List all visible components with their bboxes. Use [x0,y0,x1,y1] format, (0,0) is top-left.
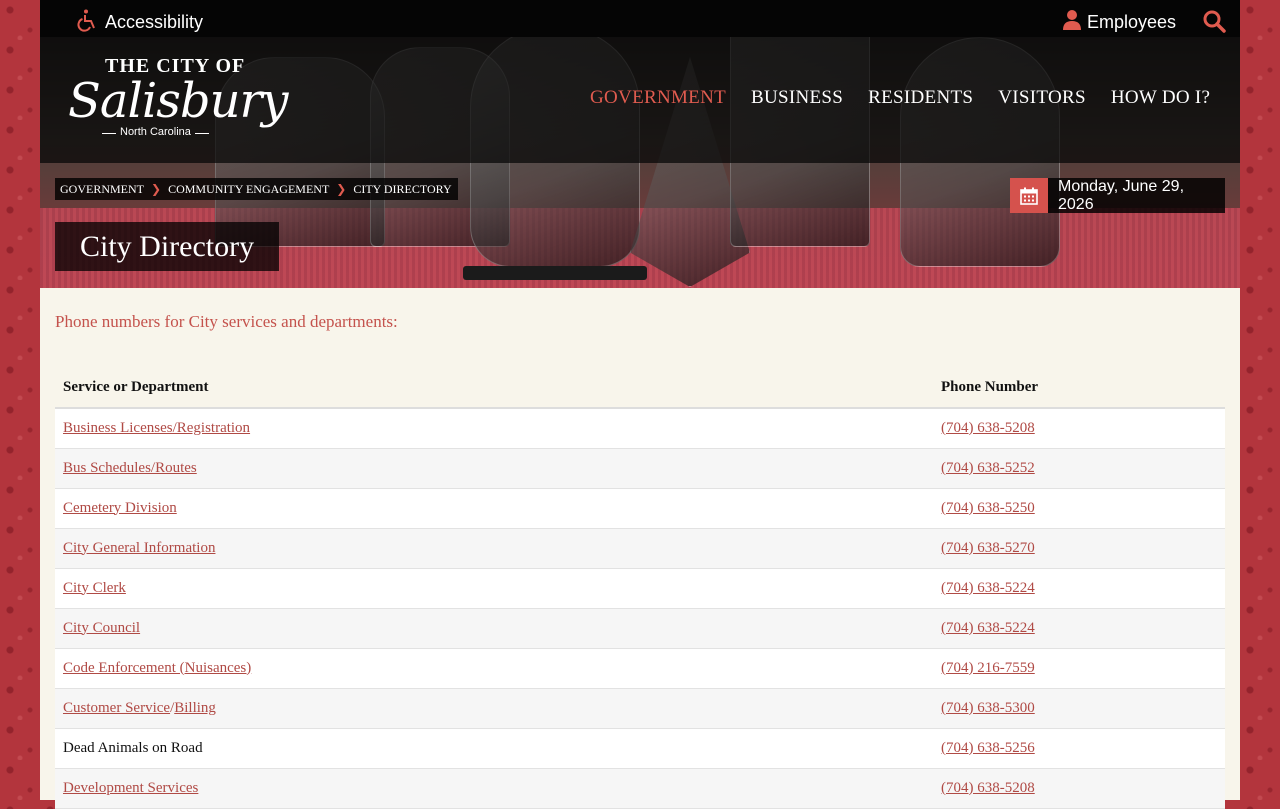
utility-bar: Accessibility Employees [40,0,1240,37]
phone-link[interactable]: (704) 638-5208 [941,780,1035,796]
service-link[interactable]: Customer Service [63,700,170,716]
table-row: City Council (704) 638-5224 [55,608,1225,649]
service-link[interactable]: Bus Schedules/Routes [63,460,197,476]
accessibility-label: Accessibility [105,12,204,32]
employees-link[interactable]: Employees [1062,9,1176,36]
table-row: Code Enforcement (Nuisances) (704) 216-7… [55,648,1225,689]
calendar-icon [1010,178,1048,213]
intro-text: Phone numbers for City services and depa… [55,312,398,331]
logo-line-2: Salisbury [68,73,289,129]
service-label: Dead Animals on Road [63,739,203,756]
hero-banner: THE CITY OF Salisbury North Carolina GOV… [40,37,1240,288]
service-link[interactable]: Business Licenses/Registration [63,420,250,436]
main-content: Phone numbers for City services and depa… [55,288,1225,809]
breadcrumb: GOVERNMENT ❯ COMMUNITY ENGAGEMENT ❯ CITY… [55,178,458,200]
phone-link[interactable]: (704) 638-5252 [941,460,1035,476]
accessibility-link[interactable]: Accessibility [75,8,203,37]
table-header-row: Service or Department Phone Number [55,368,1225,409]
search-icon [1202,10,1226,37]
page: Accessibility Employees THE CITY OF Sali… [40,0,1240,809]
employees-label: Employees [1086,12,1176,32]
service-link[interactable]: Development Services [63,780,198,796]
nav-item-how-do-i[interactable]: HOW DO I? [1111,87,1210,109]
nav-item-business[interactable]: BUSINESS [751,87,843,109]
phone-link[interactable]: (704) 638-5208 [941,420,1035,436]
nav-item-visitors[interactable]: VISITORS [998,87,1086,109]
column-header-service: Service or Department [55,368,933,409]
breadcrumb-item[interactable]: GOVERNMENT [60,182,144,197]
phone-link[interactable]: (704) 638-5250 [941,500,1035,516]
table-row: Bus Schedules/Routes (704) 638-5252 [55,448,1225,489]
main-nav: GOVERNMENT BUSINESS RESIDENTS VISITORS H… [590,87,1210,109]
table-row: Customer Service/Billing (704) 638-5300 [55,688,1225,729]
service-link[interactable]: Billing [174,700,216,716]
table-row: City Clerk (704) 638-5224 [55,568,1225,609]
column-header-phone: Phone Number [933,368,1225,409]
chevron-right-icon: ❯ [151,182,162,196]
search-button[interactable] [1202,9,1226,33]
phone-link[interactable]: (704) 638-5270 [941,540,1035,556]
phone-link[interactable]: (704) 638-5256 [941,740,1035,756]
table-row: Dead Animals on Road (704) 638-5256 [55,728,1225,769]
user-icon [1062,9,1081,36]
wheelchair-icon [75,8,99,37]
service-link[interactable]: Code Enforcement (Nuisances) [63,660,251,676]
phone-link[interactable]: (704) 638-5224 [941,620,1035,636]
service-link[interactable]: City Clerk [63,580,126,596]
chevron-right-icon: ❯ [336,182,347,196]
site-logo[interactable]: THE CITY OF Salisbury North Carolina [60,51,289,143]
nav-item-government[interactable]: GOVERNMENT [590,87,726,109]
phone-link[interactable]: (704) 216-7559 [941,660,1035,676]
breadcrumb-item[interactable]: CITY DIRECTORY [353,182,451,197]
phone-link[interactable]: (704) 638-5300 [941,700,1035,716]
page-title: City Directory [55,222,280,271]
breadcrumb-item[interactable]: COMMUNITY ENGAGEMENT [168,182,329,197]
table-row: Cemetery Division (704) 638-5250 [55,488,1225,529]
table-row: Development Services (704) 638-5208 [55,768,1225,809]
directory-table: Service or Department Phone Number Busin… [55,368,1225,809]
service-link[interactable]: City Council [63,620,140,636]
logo-line-3: North Carolina [102,126,209,138]
table-row: Business Licenses/Registration (704) 638… [55,408,1225,449]
service-link[interactable]: Cemetery Division [63,500,177,516]
service-link[interactable]: City General Information [63,540,215,556]
phone-link[interactable]: (704) 638-5224 [941,580,1035,596]
date-display: Monday, June 29, 2026 [1010,178,1225,213]
current-date: Monday, June 29, 2026 [1048,178,1225,213]
table-row: City General Information (704) 638-5270 [55,528,1225,569]
nav-item-residents[interactable]: RESIDENTS [868,87,973,109]
